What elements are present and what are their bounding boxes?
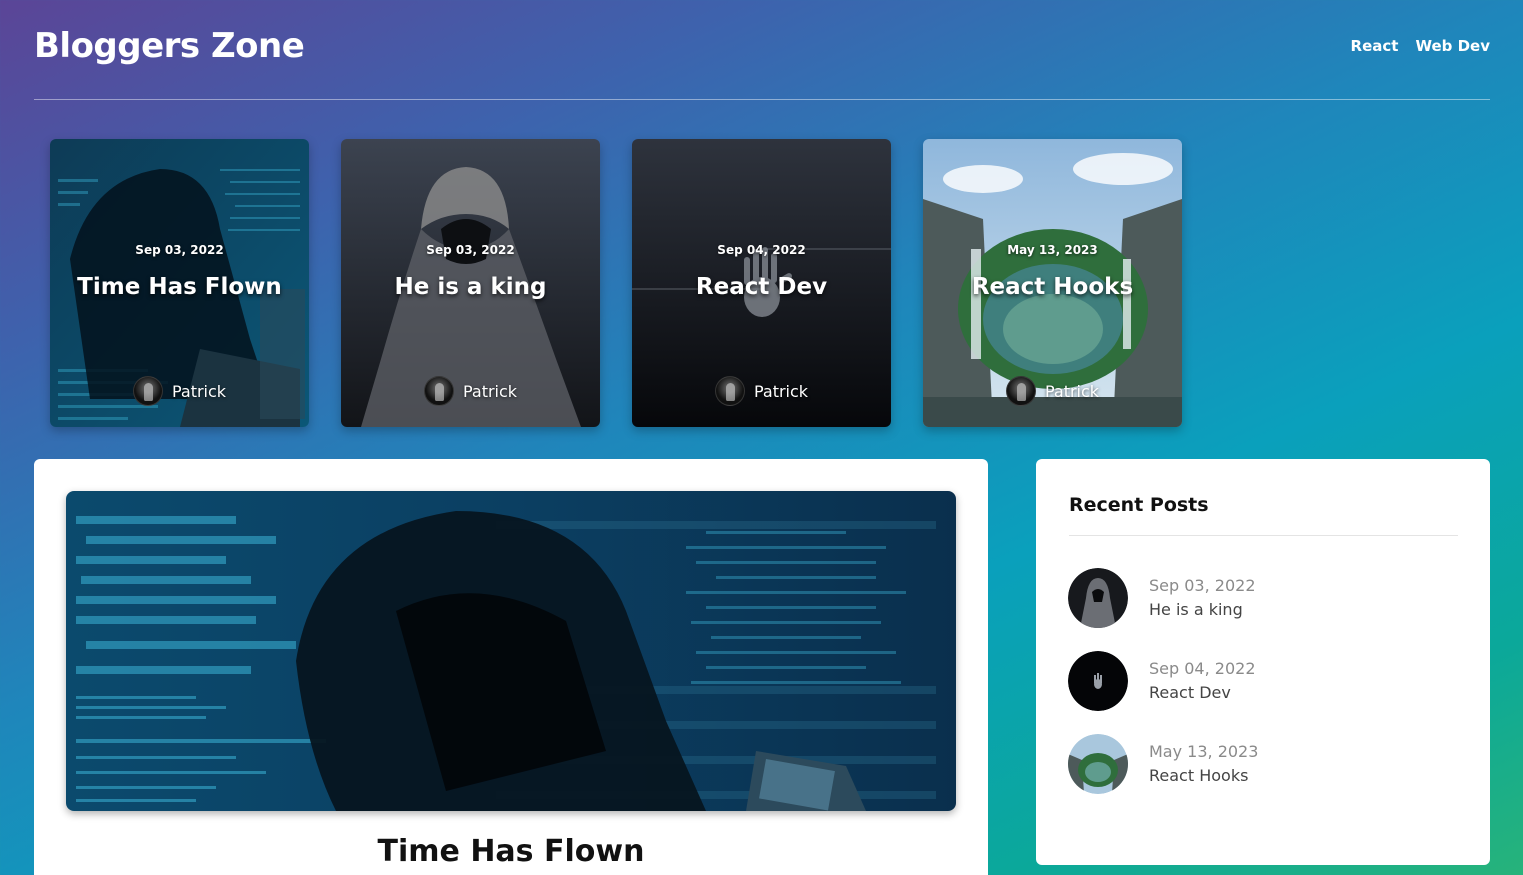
card-date: Sep 04, 2022 (717, 243, 806, 257)
card-title: React Hooks (971, 274, 1134, 300)
featured-post-image[interactable] (66, 491, 956, 811)
recent-post-title: React Hooks (1149, 766, 1249, 785)
recent-post-item[interactable]: Sep 03, 2022 He is a king (1068, 567, 1258, 628)
featured-posts: Sep 03, 2022 Time Has Flown Patrick Sep … (50, 139, 1182, 427)
post-card-react-dev[interactable]: Sep 04, 2022 React Dev Patrick (632, 139, 891, 427)
featured-post-title[interactable]: Time Has Flown (34, 834, 988, 869)
card-title: Time Has Flown (77, 274, 282, 300)
recent-post-thumbnail (1068, 733, 1128, 794)
card-date: Sep 03, 2022 (426, 243, 515, 257)
card-title: He is a king (394, 274, 547, 300)
nav-link-web-dev[interactable]: Web Dev (1415, 37, 1490, 55)
card-title: React Dev (695, 274, 828, 300)
author-name: Patrick (462, 381, 518, 401)
recent-posts-heading: Recent Posts (1069, 494, 1209, 516)
card-date: May 13, 2023 (1007, 243, 1098, 257)
recent-post-thumbnail (1068, 567, 1128, 628)
card-author: Patrick (632, 376, 891, 406)
card-date: Sep 03, 2022 (135, 243, 224, 257)
card-author: Patrick (341, 376, 600, 406)
author-avatar (1005, 376, 1036, 406)
site-brand[interactable]: Bloggers Zone (34, 26, 305, 66)
author-name: Patrick (753, 381, 809, 401)
recent-post-item[interactable]: Sep 04, 2022 React Dev (1068, 650, 1258, 711)
author-avatar (423, 376, 454, 406)
recent-post-item[interactable]: May 13, 2023 React Hooks (1068, 733, 1258, 794)
post-card-react-hooks[interactable]: May 13, 2023 React Hooks Patrick (923, 139, 1182, 427)
recent-post-title: React Dev (1149, 683, 1231, 702)
card-author: Patrick (923, 376, 1182, 406)
author-name: Patrick (1044, 381, 1100, 401)
featured-post-panel: Time Has Flown (34, 459, 988, 875)
recent-post-date: Sep 04, 2022 (1149, 659, 1256, 678)
post-card-time-has-flown[interactable]: Sep 03, 2022 Time Has Flown Patrick (50, 139, 309, 427)
divider (1069, 535, 1458, 536)
recent-posts-panel: Recent Posts Sep 03, 2022 He is a king S… (1036, 459, 1490, 865)
card-author: Patrick (50, 376, 309, 406)
recent-posts-list: Sep 03, 2022 He is a king Sep 04, 2022 R… (1068, 567, 1258, 816)
author-avatar (132, 376, 163, 406)
author-avatar (714, 376, 745, 406)
nav-link-react[interactable]: React (1351, 37, 1399, 55)
recent-post-date: May 13, 2023 (1149, 742, 1259, 761)
post-card-he-is-a-king[interactable]: Sep 03, 2022 He is a king Patrick (341, 139, 600, 427)
main-nav: React Web Dev (1351, 37, 1490, 55)
recent-post-date: Sep 03, 2022 (1149, 576, 1256, 595)
hero-image-art (66, 491, 956, 811)
recent-post-title: He is a king (1149, 600, 1243, 619)
author-name: Patrick (171, 381, 227, 401)
site-header: Bloggers Zone React Web Dev (34, 0, 1490, 100)
recent-post-thumbnail (1068, 650, 1128, 711)
